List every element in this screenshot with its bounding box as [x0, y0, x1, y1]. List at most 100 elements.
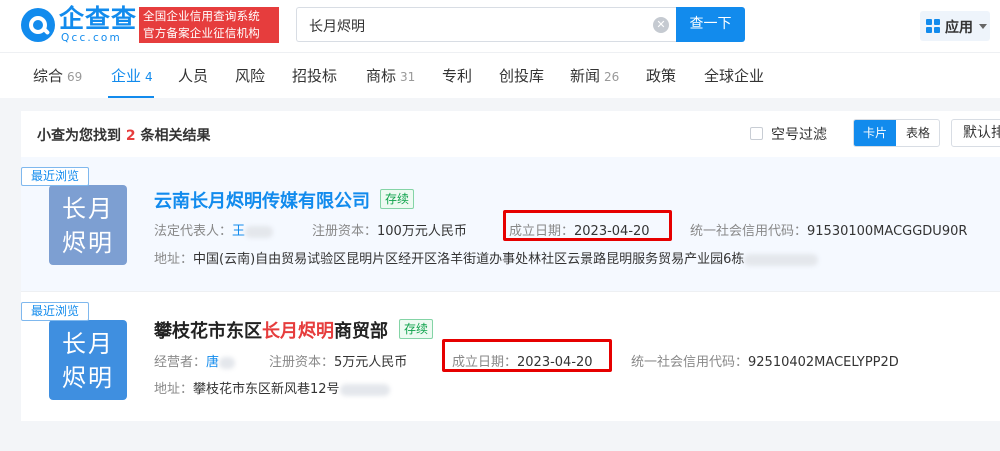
logo-domain: Qcc.com [61, 32, 122, 44]
address-value: 攀枝花市东区新风巷12号 [193, 382, 340, 397]
avatar-line-1: 长月 [62, 195, 114, 223]
tab-risk[interactable]: 风险 [235, 66, 265, 86]
address-field: 地址：攀枝花市东区新风巷12号 [154, 378, 390, 397]
tab-bidding[interactable]: 招投标 [292, 66, 337, 86]
company-name-link[interactable]: 攀枝花市东区长月烬明商贸部 [154, 317, 388, 343]
company-avatar[interactable]: 长月 烬明 [49, 185, 127, 265]
tab-news[interactable]: 新闻 26 [570, 66, 619, 87]
legal-rep-value[interactable]: 王 [232, 224, 245, 239]
top-header: 企查查 Qcc.com 全国企业信用查询系统 官方备案企业征信机构 长月烬明 ✕… [0, 0, 1000, 52]
credit-code-label: 统一社会信用代码： [690, 224, 808, 239]
legal-rep-label: 法定代表人： [154, 224, 233, 239]
summary-prefix: 小查为您找到 [37, 128, 121, 144]
tab-vc-database[interactable]: 创投库 [499, 66, 544, 86]
capital-value: 100万元人民币 [377, 224, 467, 239]
credit-code-value: 92510402MACELYPP2D [748, 355, 899, 370]
tab-label: 商标 [366, 67, 397, 85]
tab-companies[interactable]: 企业 4 [111, 66, 153, 87]
view-table-button[interactable]: 表格 [896, 120, 939, 146]
redacted-blur [744, 253, 819, 266]
company-name-suffix: 商贸部 [334, 321, 388, 342]
slogan-line-1: 全国企业信用查询系统 [143, 9, 260, 23]
tab-label: 风险 [235, 67, 266, 85]
annotation-highlight-box [442, 339, 612, 372]
annotation-highlight-box [503, 210, 672, 241]
tab-label: 综合 [33, 67, 64, 85]
credit-code-field: 统一社会信用代码：91530100MACGGDU90R [690, 220, 967, 239]
logo-name[interactable]: 企查查 [59, 5, 137, 33]
capital-label: 注册资本： [312, 224, 378, 239]
tab-all[interactable]: 综合 69 [33, 66, 82, 87]
company-name-link[interactable]: 云南长月烬明传媒有限公司 [154, 187, 370, 213]
tab-label: 政策 [646, 67, 677, 85]
empty-number-filter-label[interactable]: 空号过滤 [771, 124, 827, 144]
company-result-card[interactable]: 最近浏览 长月 烬明 攀枝花市东区长月烬明商贸部 存续 经营者：唐 注册资本：5… [21, 291, 1000, 421]
summary-suffix: 条相关结果 [140, 128, 211, 144]
redacted-blur [245, 225, 274, 238]
tab-count: 69 [67, 70, 83, 84]
slogan-banner: 全国企业信用查询系统 官方备案企业征信机构 [139, 7, 279, 43]
search-button[interactable]: 查一下 [676, 7, 745, 42]
company-name-prefix: 攀枝花市东区 [154, 321, 262, 342]
address-value: 中国(云南)自由贸易试验区昆明片区经开区洛羊街道办事处林社区云景路昆明服务贸易产… [193, 252, 745, 267]
view-card-button[interactable]: 卡片 [854, 120, 896, 146]
credit-code-field: 统一社会信用代码：92510402MACELYPP2D [631, 351, 899, 370]
status-badge: 存续 [380, 189, 415, 209]
operator-value[interactable]: 唐 [206, 355, 219, 370]
tab-label: 新闻 [570, 67, 601, 85]
avatar-line-2: 烬明 [62, 229, 114, 257]
tab-trademarks[interactable]: 商标 31 [366, 66, 415, 87]
results-panel: 小查为您找到 2 条相关结果 空号过滤 卡片 表格 默认排序 最近浏览 长月 烬… [21, 111, 1000, 421]
search-category-tabs: 综合 69 企业 4 人员 风险 招投标 商标 31 专利 创投库 新闻 26 政策 全… [0, 52, 1000, 98]
tab-label: 招投标 [292, 67, 338, 85]
address-label: 地址： [154, 382, 194, 397]
avatar-line-2: 烬明 [62, 364, 114, 392]
search-input[interactable]: 长月烬明 ✕ [296, 7, 676, 42]
tab-patents[interactable]: 专利 [442, 66, 472, 86]
company-result-card[interactable]: 最近浏览 长月 烬明 云南长月烬明传媒有限公司 存续 法定代表人：王 注册资本：… [21, 157, 1000, 291]
tab-count: 26 [604, 70, 620, 84]
recently-viewed-badge: 最近浏览 [21, 167, 89, 186]
tab-people[interactable]: 人员 [178, 66, 208, 86]
capital-value: 5万元人民币 [334, 355, 408, 370]
company-avatar[interactable]: 长月 烬明 [49, 320, 127, 400]
credit-code-value: 91530100MACGGDU90R [807, 224, 968, 239]
redacted-blur [219, 356, 236, 369]
credit-code-label: 统一社会信用代码： [631, 355, 749, 370]
tab-label: 创投库 [499, 67, 545, 85]
tab-label: 人员 [178, 67, 209, 85]
legal-rep-field: 法定代表人：王 [154, 220, 274, 239]
sort-dropdown[interactable]: 默认排序 [951, 119, 1000, 147]
results-summary: 小查为您找到 2 条相关结果 [37, 125, 211, 145]
company-name-highlight: 长月烬明 [262, 321, 334, 342]
apps-grid-icon [926, 19, 940, 33]
search-input-value: 长月烬明 [309, 19, 365, 35]
qcc-logo-icon[interactable] [21, 8, 55, 42]
tab-global-companies[interactable]: 全球企业 [704, 66, 764, 86]
registered-capital-field: 注册资本：100万元人民币 [312, 220, 467, 239]
redacted-blur [339, 383, 390, 396]
apps-menu-button[interactable]: 应用 [920, 11, 990, 41]
tab-count: 31 [400, 70, 416, 84]
tab-label: 企业 [111, 67, 142, 85]
tab-label: 专利 [442, 67, 473, 85]
recently-viewed-badge: 最近浏览 [21, 302, 89, 321]
tab-label: 全球企业 [704, 67, 765, 85]
operator-label: 经营者： [154, 355, 207, 370]
clear-icon[interactable]: ✕ [653, 17, 669, 33]
caret-down-icon [979, 24, 987, 29]
avatar-line-1: 长月 [62, 330, 114, 358]
registered-capital-field: 注册资本：5万元人民币 [269, 351, 407, 370]
view-toggle: 卡片 表格 [853, 119, 940, 147]
address-label: 地址： [154, 252, 194, 267]
tab-policy[interactable]: 政策 [646, 66, 676, 86]
empty-number-filter-checkbox[interactable] [750, 127, 763, 140]
address-field: 地址：中国(云南)自由贸易试验区昆明片区经开区洛羊街道办事处林社区云景路昆明服务… [154, 248, 819, 267]
tab-count: 4 [145, 70, 153, 84]
capital-label: 注册资本： [269, 355, 335, 370]
summary-count: 2 [125, 128, 136, 144]
active-tab-indicator [108, 96, 154, 98]
operator-field: 经营者：唐 [154, 351, 236, 370]
apps-label: 应用 [945, 20, 973, 36]
status-badge: 存续 [399, 319, 434, 339]
